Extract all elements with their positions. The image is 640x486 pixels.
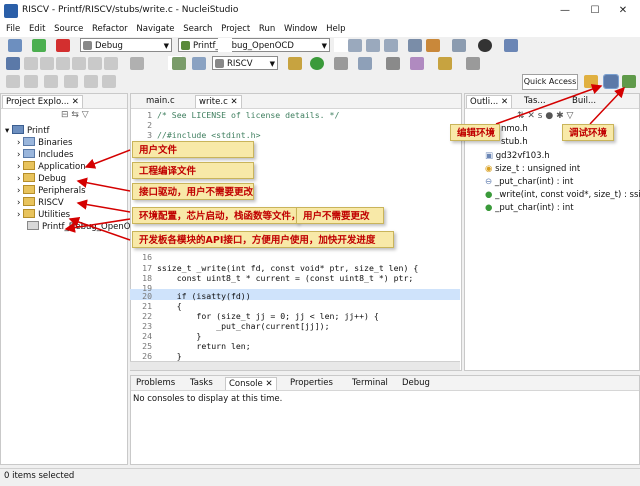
callout-edit-env: 编辑环境 [450,124,500,141]
callout-riscv: 环境配置，芯片启动，栈函数等文件， [132,207,301,224]
arrow-debug [76,177,131,192]
callout-build-files: 工程编译文件 [132,162,254,179]
callout-riscv-extra: 用户不需要更改 [296,207,384,224]
arrow-user-files [84,149,131,169]
arrow-edit-env [495,84,603,125]
callout-peripherals: 接口驱动，用户不需要更改 [132,183,254,200]
arrow-riscv [76,199,131,213]
callout-user-files: 用户文件 [132,141,254,158]
callout-utilities: 开发板各模块的API接口，方便用户使用，加快开发进度 [132,231,394,248]
callout-debug-env: 调试环境 [562,124,614,141]
arrow-utilities [68,217,131,241]
arrow-debug-env [589,86,626,125]
